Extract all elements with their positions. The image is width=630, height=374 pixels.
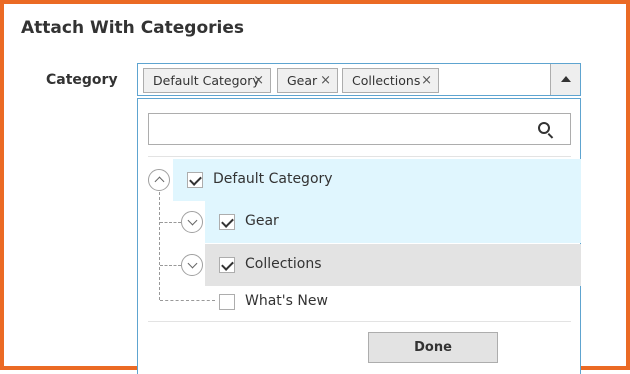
dropdown-panel: Default Category Gear Collections What's… (137, 98, 581, 374)
category-multiselect[interactable]: Default Category × Gear × Collections × (137, 63, 581, 96)
chip-collections: Collections × (342, 68, 439, 93)
tree-connector (160, 222, 181, 223)
search-input[interactable] (149, 114, 529, 144)
tree-item-label: What's New (245, 293, 328, 309)
category-field-label: Category (46, 72, 118, 88)
tree-item-label: Default Category (213, 171, 333, 187)
tree-connector (159, 192, 160, 300)
done-button[interactable]: Done (368, 332, 498, 363)
search-box (148, 113, 571, 145)
expand-icon[interactable] (181, 211, 203, 233)
divider (148, 321, 571, 322)
chip-default-category: Default Category × (143, 68, 271, 93)
chip-remove-icon[interactable]: × (421, 69, 432, 92)
dropdown-toggle-button[interactable] (550, 64, 580, 95)
chip-remove-icon[interactable]: × (253, 69, 264, 92)
tree-item-label: Collections (245, 256, 322, 272)
chip-label: Gear (287, 73, 318, 88)
expand-icon[interactable] (181, 254, 203, 276)
checkbox-checked[interactable] (219, 214, 235, 230)
tree-item-whats-new[interactable]: What's New (205, 281, 581, 323)
checkbox-unchecked[interactable] (219, 294, 235, 310)
chip-gear: Gear × (277, 68, 338, 93)
tree-connector (160, 265, 181, 266)
collapse-icon[interactable] (148, 169, 170, 191)
caret-up-icon (561, 76, 571, 82)
checkbox-checked[interactable] (219, 257, 235, 273)
section-title: Attach With Categories (21, 18, 245, 38)
tree-item-label: Gear (245, 213, 279, 229)
chip-label: Collections (352, 73, 421, 88)
tree-item-default-category[interactable]: Default Category (173, 159, 581, 201)
window-frame: Attach With Categories Category Default … (0, 0, 630, 374)
tree-item-collections[interactable]: Collections (205, 244, 581, 286)
divider (148, 156, 571, 157)
tree-item-gear[interactable]: Gear (205, 201, 581, 243)
checkbox-checked[interactable] (187, 172, 203, 188)
search-icon[interactable] (538, 122, 550, 134)
chip-remove-icon[interactable]: × (320, 69, 331, 92)
chip-label: Default Category (153, 73, 260, 88)
